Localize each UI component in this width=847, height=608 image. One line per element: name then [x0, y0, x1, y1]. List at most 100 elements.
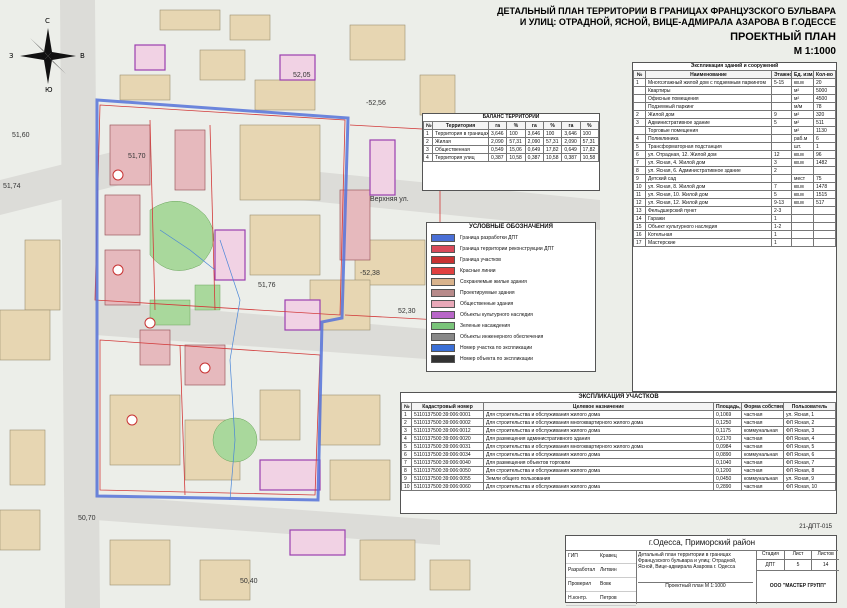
table-row: 10 ул. Ясная, 8. Жилой дом 7 кв.м 1478: [633, 182, 836, 191]
stamp-sheets: 14: [822, 562, 829, 568]
table-header-cell: га: [487, 121, 508, 130]
table-cell: кв.м: [791, 78, 814, 87]
table-cell: Для строительства и обслуживания жилого …: [483, 410, 714, 419]
table-header-cell: №: [401, 402, 412, 411]
legend-item: Сохраняемые жилые здания: [427, 276, 595, 287]
legend-label: Граница территории реконструкции ДПТ: [460, 245, 555, 252]
stamp-role-row: Проверил Вовк: [566, 578, 636, 592]
table-cell: 15: [633, 222, 646, 231]
table-cell: 3: [423, 145, 433, 154]
table-cell: м²: [791, 94, 814, 103]
table-cell: ФЛ Ясная, 7: [783, 458, 836, 467]
table-cell: 9-13: [771, 198, 792, 207]
stamp-sheet-header: Лист: [785, 550, 813, 559]
legend-swatch: [431, 299, 455, 308]
table-cell: 0,387: [487, 153, 508, 162]
table-cell: кв.м: [791, 150, 814, 159]
elevation-label: 52,05: [293, 72, 311, 79]
table-cell: 2: [633, 110, 646, 119]
table-cell: ФЛ Ясная, 5: [783, 442, 836, 451]
legend-item: Объекты инженерного обеспечения: [427, 331, 595, 342]
street-label: Верхняя ул.: [370, 196, 409, 203]
table-cell: 5-15: [771, 78, 792, 87]
table-cell: 10: [401, 482, 412, 491]
table-cell: 4: [633, 134, 646, 143]
table-cell: 13: [633, 206, 646, 215]
table-row: 7 5110137500:39:006:0040 Для размещения об…: [401, 458, 836, 467]
legend-item: Общественные здания: [427, 298, 595, 309]
table-cell: Для строительства и обслуживания многокв…: [483, 418, 714, 427]
table-cell: 5110137500:39:006:0050: [411, 466, 484, 475]
table-cell: 2,090: [487, 137, 508, 146]
table-row: 6 ул. Отрадная, 12. Жилой дом 12 кв.м 96: [633, 150, 836, 159]
table-cell: 17: [633, 238, 646, 247]
table-cell: Детский сад: [645, 174, 772, 183]
table-cell: 5110137500:39:006:0012: [411, 426, 484, 435]
table-row: 9 Детский сад мест 75: [633, 174, 836, 183]
compass-rose: С Ю З В: [9, 17, 85, 94]
table-cell: ул. Ясная, 8. Жилой дом: [645, 182, 772, 191]
table-row: 14 Гаражи 1: [633, 214, 836, 223]
table-cell: 3: [401, 426, 412, 435]
table-cell: коммунальная: [741, 450, 784, 459]
table-cell: Для размещения административного здания: [483, 434, 714, 443]
table-row: 4 Территория улиц 0,387 10,58 0,387 10,58 0,38…: [423, 153, 599, 162]
table-cell: ул. Отрадная, 12. Жилой дом: [645, 150, 772, 159]
table-cell: 7: [633, 158, 646, 167]
table-row: 3 Общественная 0,549 15,06 0,649 17,82 0,649 17…: [423, 145, 599, 154]
table-header-cell: Ед. изм.: [791, 70, 814, 79]
plots-explication-title: ЭКСПЛИКАЦИЯ УЧАСТКОВ: [578, 394, 659, 400]
table-cell: 7: [401, 458, 412, 467]
table-cell: м²: [791, 110, 814, 119]
table-cell: [633, 86, 646, 95]
legend-item: Номер участка по экспликации: [427, 342, 595, 353]
stamp-organization: ООО "МАСТЕР ГРУПП": [769, 583, 827, 589]
table-cell: 1130: [813, 126, 836, 135]
table-header-cell: Площадь, га: [713, 402, 742, 411]
table-cell: 1: [771, 230, 792, 239]
table-cell: 100: [506, 129, 526, 138]
table-cell: частная: [741, 418, 784, 427]
table-row: 8 5110137500:39:006:0050 Для строительства…: [401, 466, 836, 475]
table-cell: кв.м: [791, 182, 814, 191]
table-cell: 0,387: [561, 153, 581, 162]
table-cell: 1: [423, 129, 433, 138]
table-cell: 8: [401, 466, 412, 475]
table-row: 13 Фельдшерский пункт 2-3: [633, 206, 836, 215]
table-cell: 0,0890: [713, 450, 742, 459]
table-cell: 10: [633, 182, 646, 191]
table-cell: 100: [542, 129, 563, 138]
stamp-location: г.Одесса, Приморский район: [566, 536, 838, 551]
table-cell: Земли общего пользования: [483, 474, 714, 483]
table-cell: 5110137500:39:006:0002: [411, 418, 484, 427]
table-cell: раб.м: [791, 134, 814, 143]
table-row: 5 Трансформаторная подстанция шт. 1: [633, 142, 836, 151]
stamp-person: Петров: [600, 595, 617, 601]
table-cell: 1482: [813, 158, 836, 167]
table-cell: [813, 238, 836, 247]
table-cell: 2-3: [771, 206, 792, 215]
table-cell: Многоэтажный жилой дом с подземным парки…: [645, 78, 772, 87]
table-header-cell: га: [561, 121, 581, 130]
table-cell: кв.м: [791, 198, 814, 207]
table-row: 2 Жилая 2,090 57,31 2,090 57,31 2,090 57,31: [423, 137, 599, 146]
table-header-cell: Форма собственности: [741, 402, 784, 411]
legend-label: Проектируемые здания: [460, 289, 515, 296]
table-row: 6 5110137500:39:006:0034 Для строительства…: [401, 450, 836, 459]
table-cell: 78: [813, 102, 836, 111]
table-cell: 3: [633, 118, 646, 127]
table-cell: 3,646: [561, 129, 581, 138]
table-row: 10 5110137500:39:006:0060 Для строительств…: [401, 482, 836, 491]
legend-label: Общественные здания: [460, 300, 514, 307]
plots-explication: ЭКСПЛИКАЦИЯ УЧАСТКОВ № Кадастровый номер Ц…: [400, 392, 837, 514]
legend-title: УСЛОВНЫЕ ОБОЗНАЧЕНИЯ: [469, 224, 553, 230]
stamp-role-row: Разработал Литвин: [566, 564, 636, 578]
table-cell: ул. Ясная, 4. Жилой дом: [645, 158, 772, 167]
table-cell: Для строительства и обслуживания многокв…: [483, 442, 714, 451]
legend-item: Граница территории реконструкции ДПТ: [427, 243, 595, 254]
legend-item: Зеленые насаждения: [427, 320, 595, 331]
table-cell: ФЛ Ясная, 3: [783, 426, 836, 435]
table-cell: Поликлиника: [645, 134, 772, 143]
stamp-person: Вовк: [600, 581, 611, 587]
stamp-role: ГИП: [568, 553, 578, 559]
